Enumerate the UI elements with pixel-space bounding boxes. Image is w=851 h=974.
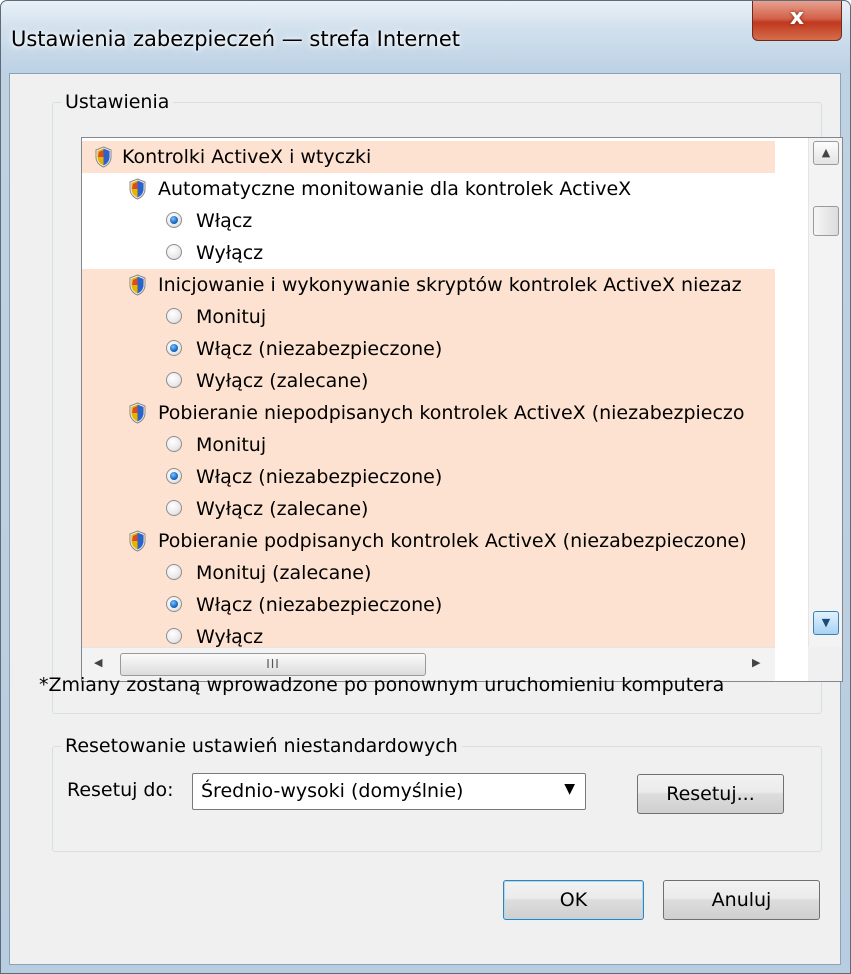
radio-selected[interactable]	[166, 468, 182, 484]
security-shield-icon	[94, 146, 113, 168]
reset-level-value: Średnio-wysoki (domyślnie)	[201, 780, 464, 802]
tree-option[interactable]: Włącz (niezabezpieczone)	[82, 589, 775, 621]
close-button[interactable]: x	[752, 1, 842, 41]
radio-unselected[interactable]	[166, 436, 182, 452]
vertical-scroll-thumb[interactable]	[813, 206, 839, 236]
window-title: Ustawienia zabezpieczeń — strefa Interne…	[11, 27, 461, 51]
tree-option[interactable]: Wyłącz	[82, 621, 775, 648]
radio-unselected[interactable]	[166, 564, 182, 580]
chevron-up-icon: ▲	[821, 146, 831, 159]
tree-option[interactable]: Wyłącz (zalecane)	[82, 493, 775, 525]
tree-item-label: Wyłącz	[196, 242, 264, 264]
tree-setting[interactable]: Pobieranie podpisanych kontrolek ActiveX…	[82, 525, 775, 557]
security-shield-icon	[128, 530, 147, 552]
tree-item-label: Inicjowanie i wykonywanie skryptów kontr…	[158, 274, 742, 296]
reset-button[interactable]: Resetuj...	[637, 774, 784, 814]
title-bar[interactable]: Ustawienia zabezpieczeń — strefa Interne…	[1, 1, 850, 73]
cancel-button[interactable]: Anuluj	[663, 880, 820, 920]
tree-option[interactable]: Monituj	[82, 429, 775, 461]
security-shield-icon	[128, 274, 147, 296]
tree-item-label: Wyłącz (zalecane)	[196, 498, 369, 520]
scroll-left-icon[interactable]: ◀	[94, 656, 102, 669]
radio-unselected[interactable]	[166, 244, 182, 260]
scroll-right-icon[interactable]: ▶	[752, 656, 760, 669]
settings-tree[interactable]: Kontrolki ActiveX i wtyczki Automatyczne …	[81, 137, 843, 682]
tree-item-label: Włącz (niezabezpieczone)	[196, 338, 443, 360]
tree-item-label: Monituj (zalecane)	[196, 562, 372, 584]
ok-button[interactable]: OK	[503, 880, 644, 920]
dialog-body: Ustawienia Kontrolki ActiveX i wtyczki Au…	[9, 73, 843, 965]
dialog-window: Ustawienia zabezpieczeń — strefa Interne…	[0, 0, 851, 974]
tree-item-label: Włącz (niezabezpieczone)	[196, 594, 443, 616]
scroll-down-button[interactable]: ▼	[813, 611, 839, 635]
tree-setting[interactable]: Pobieranie niepodpisanych kontrolek Acti…	[82, 397, 775, 429]
radio-selected[interactable]	[166, 596, 182, 612]
security-shield-icon	[128, 178, 147, 200]
close-icon: x	[789, 5, 805, 30]
tree-option[interactable]: Włącz (niezabezpieczone)	[82, 333, 775, 365]
tree-item-label: Monituj	[196, 306, 267, 328]
tree-category[interactable]: Kontrolki ActiveX i wtyczki	[82, 141, 775, 173]
tree-item-label: Kontrolki ActiveX i wtyczki	[122, 146, 372, 168]
tree-option[interactable]: Włącz (niezabezpieczone)	[82, 461, 775, 493]
tree-option[interactable]: Wyłącz (zalecane)	[82, 365, 775, 397]
tree-item-label: Włącz	[196, 210, 253, 232]
tree-item-label: Pobieranie niepodpisanych kontrolek Acti…	[158, 402, 745, 424]
tree-option[interactable]: Monituj (zalecane)	[82, 557, 775, 589]
reset-level-select[interactable]: Średnio-wysoki (domyślnie) ▼	[192, 773, 586, 810]
settings-group-label: Ustawienia	[61, 90, 174, 114]
radio-selected[interactable]	[166, 340, 182, 356]
restart-note: *Zmiany zostaną wprowadzone po ponownym …	[39, 674, 725, 696]
radio-unselected[interactable]	[166, 372, 182, 388]
radio-selected[interactable]	[166, 212, 182, 228]
tree-item-label: Włącz (niezabezpieczone)	[196, 466, 443, 488]
tree-option[interactable]: Wyłącz	[82, 237, 775, 269]
radio-unselected[interactable]	[166, 628, 182, 644]
vertical-scrollbar[interactable]: ▲ ▼	[808, 138, 842, 648]
scroll-up-button[interactable]: ▲	[813, 141, 839, 165]
grip-icon: III	[266, 657, 280, 671]
radio-unselected[interactable]	[166, 500, 182, 516]
tree-option[interactable]: Włącz	[82, 205, 775, 237]
dropdown-arrow-icon: ▼	[564, 781, 575, 797]
tree-setting[interactable]: Automatyczne monitowanie dla kontrolek A…	[82, 173, 775, 205]
radio-unselected[interactable]	[166, 308, 182, 324]
horizontal-scroll-thumb[interactable]: III	[120, 653, 426, 676]
tree-item-label: Wyłącz (zalecane)	[196, 370, 369, 392]
tree-item-label: Automatyczne monitowanie dla kontrolek A…	[158, 178, 632, 200]
reset-to-label: Resetuj do:	[67, 779, 174, 801]
settings-group: Ustawienia Kontrolki ActiveX i wtyczki Au…	[52, 90, 843, 714]
security-shield-icon	[128, 402, 147, 424]
tree-option[interactable]: Monituj	[82, 301, 775, 333]
chevron-down-icon: ▼	[821, 616, 831, 629]
tree-setting[interactable]: Inicjowanie i wykonywanie skryptów kontr…	[82, 269, 775, 301]
reset-group-label: Resetowanie ustawień niestandardowych	[61, 734, 462, 758]
tree-item-label: Monituj	[196, 434, 267, 456]
tree-item-label: Wyłącz	[196, 626, 264, 648]
tree-item-label: Pobieranie podpisanych kontrolek ActiveX…	[158, 530, 747, 552]
scroll-corner	[808, 647, 842, 681]
settings-list: Kontrolki ActiveX i wtyczki Automatyczne …	[82, 138, 775, 648]
